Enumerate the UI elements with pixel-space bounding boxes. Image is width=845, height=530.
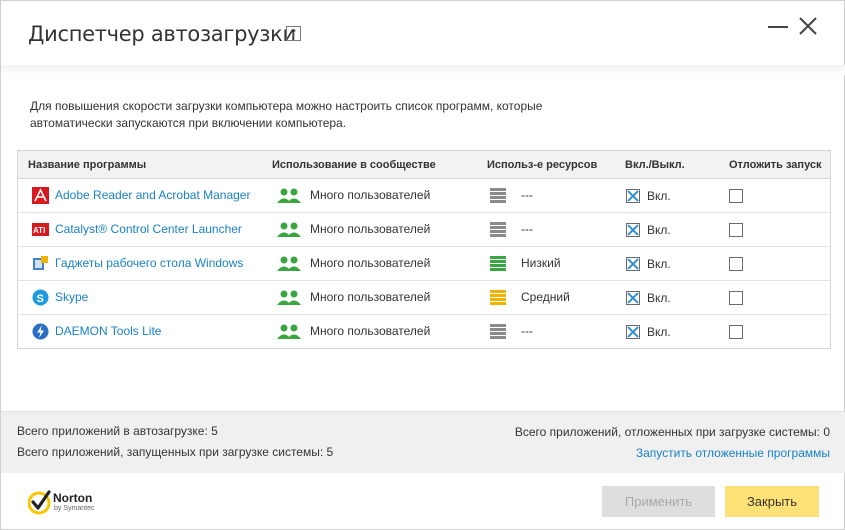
close-button[interactable]: Закрыть: [725, 486, 819, 517]
community-usage: Много пользователей: [310, 324, 431, 338]
norton-check-icon: [28, 490, 51, 515]
daemon-tools-icon: [32, 323, 49, 340]
table-row[interactable]: S Skype Много пользователей Средний Вкл.: [18, 281, 830, 315]
resource-usage: Низкий: [521, 256, 561, 270]
table-row[interactable]: DAEMON Tools Lite Много пользователей --…: [18, 315, 830, 349]
startup-manager-window: Диспетчер автозагрузки ? Для повышения с…: [0, 0, 845, 530]
enabled-label: Вкл.: [647, 257, 671, 271]
windows-gadgets-icon: [33, 256, 48, 270]
resource-level-icon: [490, 324, 506, 339]
ati-icon: ATI: [32, 223, 49, 236]
apply-button[interactable]: Применить: [602, 486, 715, 517]
resource-usage: ---: [521, 188, 533, 202]
norton-brand: Norton: [53, 491, 93, 505]
svg-text:ATI: ATI: [33, 226, 45, 235]
resource-level-icon: [490, 188, 506, 203]
enabled-label: Вкл.: [647, 189, 671, 203]
resource-level-icon: [490, 290, 506, 305]
adobe-icon: [32, 187, 49, 204]
app-name-link[interactable]: DAEMON Tools Lite: [55, 324, 161, 338]
table-header: Название программы Использование в сообщ…: [18, 151, 830, 179]
total-delayed-count: Всего приложений, отложенных при загрузк…: [514, 425, 830, 439]
app-name-link[interactable]: Catalyst® Control Center Launcher: [55, 222, 242, 236]
table-row[interactable]: Adobe Reader and Acrobat Manager Много п…: [18, 179, 830, 213]
resource-level-icon: [490, 222, 506, 237]
header-onoff[interactable]: Вкл./Выкл.: [625, 159, 685, 171]
delay-checkbox[interactable]: [729, 189, 743, 203]
resource-level-icon: [490, 256, 506, 271]
enabled-checkbox[interactable]: [626, 291, 640, 305]
enabled-checkbox[interactable]: [626, 189, 640, 203]
users-icon: [277, 324, 301, 339]
users-icon: [277, 222, 301, 237]
header-divider: [1, 65, 845, 75]
norton-brand-sub: by Symantec: [54, 505, 95, 512]
close-icon: [799, 17, 817, 35]
header-name[interactable]: Название программы: [28, 159, 146, 171]
delay-checkbox[interactable]: [729, 257, 743, 271]
total-launched-count: Всего приложений, запущенных при загрузк…: [17, 445, 334, 459]
resource-usage: ---: [521, 222, 533, 236]
resource-usage: ---: [521, 324, 533, 338]
header-community[interactable]: Использование в сообществе: [272, 159, 436, 171]
enabled-label: Вкл.: [647, 325, 671, 339]
summary-footer: Всего приложений в автозагрузке: 5 Всего…: [1, 411, 845, 473]
users-icon: [277, 188, 301, 203]
resource-usage: Средний: [521, 290, 570, 304]
community-usage: Много пользователей: [310, 290, 431, 304]
help-button[interactable]: ?: [286, 26, 301, 41]
description-text: Для повышения скорости загрузки компьюте…: [30, 99, 543, 130]
norton-logo: Norton by Symantec: [28, 488, 108, 518]
delay-checkbox[interactable]: [729, 291, 743, 305]
table-row[interactable]: ATI Catalyst® Control Center Launcher Мн…: [18, 213, 830, 247]
community-usage: Много пользователей: [310, 222, 431, 236]
delay-checkbox[interactable]: [729, 325, 743, 339]
enabled-checkbox[interactable]: [626, 325, 640, 339]
window-title: Диспетчер автозагрузки: [28, 22, 296, 46]
close-window-button[interactable]: [797, 15, 819, 37]
total-startup-count: Всего приложений в автозагрузке: 5: [17, 424, 218, 438]
svg-text:S: S: [37, 293, 44, 305]
enabled-checkbox[interactable]: [626, 257, 640, 271]
header-delay[interactable]: Отложить запуск: [729, 159, 822, 171]
app-name-link[interactable]: Skype: [55, 290, 88, 304]
startup-table: Название программы Использование в сообщ…: [17, 150, 831, 349]
delay-checkbox[interactable]: [729, 223, 743, 237]
minimize-button[interactable]: [767, 15, 789, 37]
skype-icon: S: [32, 289, 49, 306]
run-delayed-link[interactable]: Запустить отложенные программы: [636, 446, 830, 460]
app-name-link[interactable]: Гаджеты рабочего стола Windows: [55, 256, 243, 270]
users-icon: [277, 256, 301, 271]
enabled-checkbox[interactable]: [626, 223, 640, 237]
community-usage: Много пользователей: [310, 188, 431, 202]
users-icon: [277, 290, 301, 305]
community-usage: Много пользователей: [310, 256, 431, 270]
header-resources[interactable]: Использ-е ресурсов: [487, 159, 597, 171]
enabled-label: Вкл.: [647, 223, 671, 237]
enabled-label: Вкл.: [647, 291, 671, 305]
table-row[interactable]: Гаджеты рабочего стола Windows Много пол…: [18, 247, 830, 281]
app-name-link[interactable]: Adobe Reader and Acrobat Manager: [55, 188, 250, 202]
